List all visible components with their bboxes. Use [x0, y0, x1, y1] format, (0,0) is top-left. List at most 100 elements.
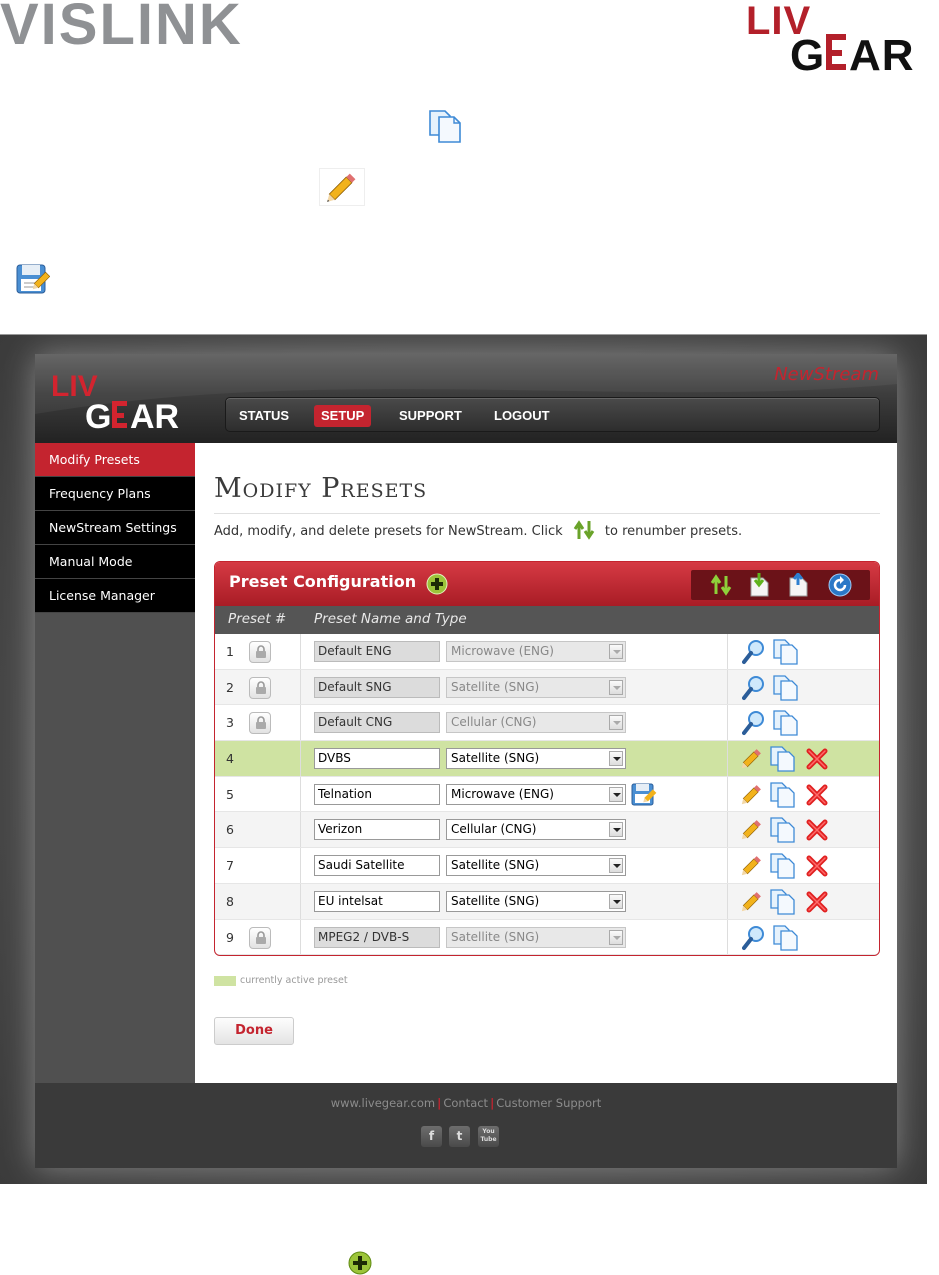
- copy-icon[interactable]: [773, 675, 798, 701]
- column-divider: [300, 669, 301, 705]
- column-divider: [300, 883, 301, 919]
- edit-icon[interactable]: [739, 853, 763, 879]
- nav-logout[interactable]: LOGOUT: [487, 405, 557, 427]
- copy-icon[interactable]: [770, 746, 795, 772]
- preset-list: 1 Default ENG Microwave (ENG) 2 Default SNG S…: [215, 634, 879, 955]
- nav-status[interactable]: STATUS: [232, 405, 296, 427]
- preset-type-select[interactable]: Satellite (SNG): [446, 890, 626, 912]
- edit-icon[interactable]: [739, 889, 763, 915]
- preset-row: 1 Default ENG Microwave (ENG): [215, 634, 879, 670]
- preset-name-field: Default SNG: [314, 676, 440, 698]
- copy-icon[interactable]: [773, 710, 798, 737]
- copy-icon[interactable]: [770, 782, 795, 808]
- column-divider: [300, 634, 301, 669]
- preset-type-value: Microwave (ENG): [451, 644, 554, 658]
- panel-title: Preset Configuration: [229, 572, 417, 591]
- copy-icon[interactable]: [773, 924, 798, 951]
- copy-icon[interactable]: [770, 853, 795, 879]
- footer-link-contact[interactable]: Contact: [443, 1096, 488, 1110]
- preset-row: 4 DVBS Satellite (SNG): [215, 741, 879, 777]
- lock-icon: [249, 712, 271, 735]
- add-preset-icon[interactable]: [426, 573, 448, 595]
- footer-link-customer-support[interactable]: Customer Support: [496, 1096, 601, 1110]
- preset-type-select[interactable]: Microwave (ENG): [446, 783, 626, 805]
- lock-icon: [249, 641, 271, 663]
- preset-number: 2: [226, 679, 234, 695]
- edit-icon[interactable]: [739, 782, 763, 808]
- view-icon[interactable]: [742, 710, 766, 736]
- copy-icon[interactable]: [773, 639, 798, 665]
- nav-setup[interactable]: SETUP: [314, 405, 372, 427]
- column-divider: [727, 634, 728, 669]
- view-icon[interactable]: [742, 925, 766, 951]
- preset-type-select[interactable]: Cellular (CNG): [446, 819, 626, 841]
- preset-name-field: Default CNG: [314, 712, 440, 734]
- copy-icon[interactable]: [770, 817, 795, 844]
- import-icon[interactable]: [748, 573, 772, 597]
- panel-toolbar: [691, 570, 870, 600]
- sidebar-item-frequency-plans[interactable]: Frequency Plans: [35, 477, 195, 511]
- sidebar-item-manual-mode[interactable]: Manual Mode: [35, 545, 195, 579]
- preset-name-field[interactable]: Verizon: [314, 819, 440, 841]
- column-divider: [300, 741, 301, 776]
- preset-number: 8: [226, 893, 234, 909]
- edit-icon[interactable]: [739, 817, 763, 843]
- edit-icon[interactable]: [739, 746, 763, 772]
- dropdown-arrow-icon: [609, 751, 623, 767]
- export-icon[interactable]: [787, 571, 811, 597]
- youtube-icon[interactable]: You Tube: [478, 1126, 499, 1147]
- column-divider: [300, 919, 301, 955]
- preset-type-value: Satellite (SNG): [451, 893, 540, 908]
- dropdown-arrow-icon: [609, 893, 623, 909]
- nav-support[interactable]: SUPPORT: [392, 405, 469, 427]
- preset-name-field[interactable]: DVBS: [314, 748, 440, 770]
- column-divider: [727, 705, 728, 741]
- column-divider: [727, 776, 728, 812]
- sidebar-item-newstream-settings[interactable]: NewStream Settings: [35, 511, 195, 545]
- done-button[interactable]: Done: [214, 1017, 294, 1045]
- preset-row: 6 Verizon Cellular (CNG): [215, 812, 879, 849]
- delete-icon[interactable]: [805, 889, 829, 915]
- preset-configuration-panel: Preset Configuration Preset # Preset Nam…: [214, 561, 880, 956]
- preset-type-value: Satellite (SNG): [451, 751, 540, 766]
- preset-name-field[interactable]: EU intelsat: [314, 890, 440, 912]
- preset-row: 7 Saudi Satellite Satellite (SNG): [215, 848, 879, 884]
- column-divider: [727, 848, 728, 883]
- delete-icon[interactable]: [805, 782, 829, 808]
- column-header: Preset # Preset Name and Type: [215, 606, 879, 634]
- save-icon[interactable]: [631, 781, 657, 807]
- delete-icon[interactable]: [805, 746, 829, 772]
- preset-number: 1: [226, 644, 234, 659]
- dropdown-arrow-icon: [609, 858, 623, 874]
- preset-name-field[interactable]: Telnation: [314, 783, 440, 805]
- preset-type-value: Cellular (CNG): [451, 822, 537, 837]
- dropdown-arrow-icon: [609, 822, 623, 838]
- copy-icon[interactable]: [770, 889, 795, 915]
- add-icon: [348, 1251, 372, 1275]
- preset-type-select[interactable]: Satellite (SNG): [446, 855, 626, 877]
- preset-name-field[interactable]: Saudi Satellite: [314, 855, 440, 877]
- delete-icon[interactable]: [805, 853, 829, 879]
- renumber-presets-icon[interactable]: [709, 573, 733, 597]
- sidebar-item-license-manager[interactable]: License Manager: [35, 579, 195, 613]
- preset-row: 8 EU intelsat Satellite (SNG): [215, 883, 879, 920]
- preset-type-value: Cellular (CNG): [451, 715, 537, 730]
- sidebar-item-modify-presets[interactable]: Modify Presets: [35, 443, 195, 477]
- footer-link-website[interactable]: www.livegear.com: [331, 1096, 435, 1110]
- active-legend-swatch: [214, 976, 236, 986]
- preset-type-value: Satellite (SNG): [451, 679, 540, 694]
- livegear-logo: LIV G AR: [746, 0, 936, 80]
- renumber-icon[interactable]: [572, 519, 596, 541]
- column-divider: [300, 705, 301, 741]
- view-icon[interactable]: [742, 639, 766, 665]
- twitter-icon[interactable]: t: [449, 1126, 470, 1147]
- view-icon[interactable]: [742, 675, 766, 701]
- delete-icon[interactable]: [805, 817, 829, 843]
- app-logo[interactable]: LIV G AR: [51, 368, 201, 436]
- screenshot-frame: LIV G AR NewStream STATUS SETUP SUPPORT …: [0, 334, 927, 1184]
- facebook-icon[interactable]: f: [421, 1126, 442, 1147]
- refresh-icon[interactable]: [828, 573, 852, 597]
- preset-number: 3: [226, 715, 234, 731]
- column-divider: [727, 741, 728, 776]
- preset-type-select[interactable]: Satellite (SNG): [446, 748, 626, 770]
